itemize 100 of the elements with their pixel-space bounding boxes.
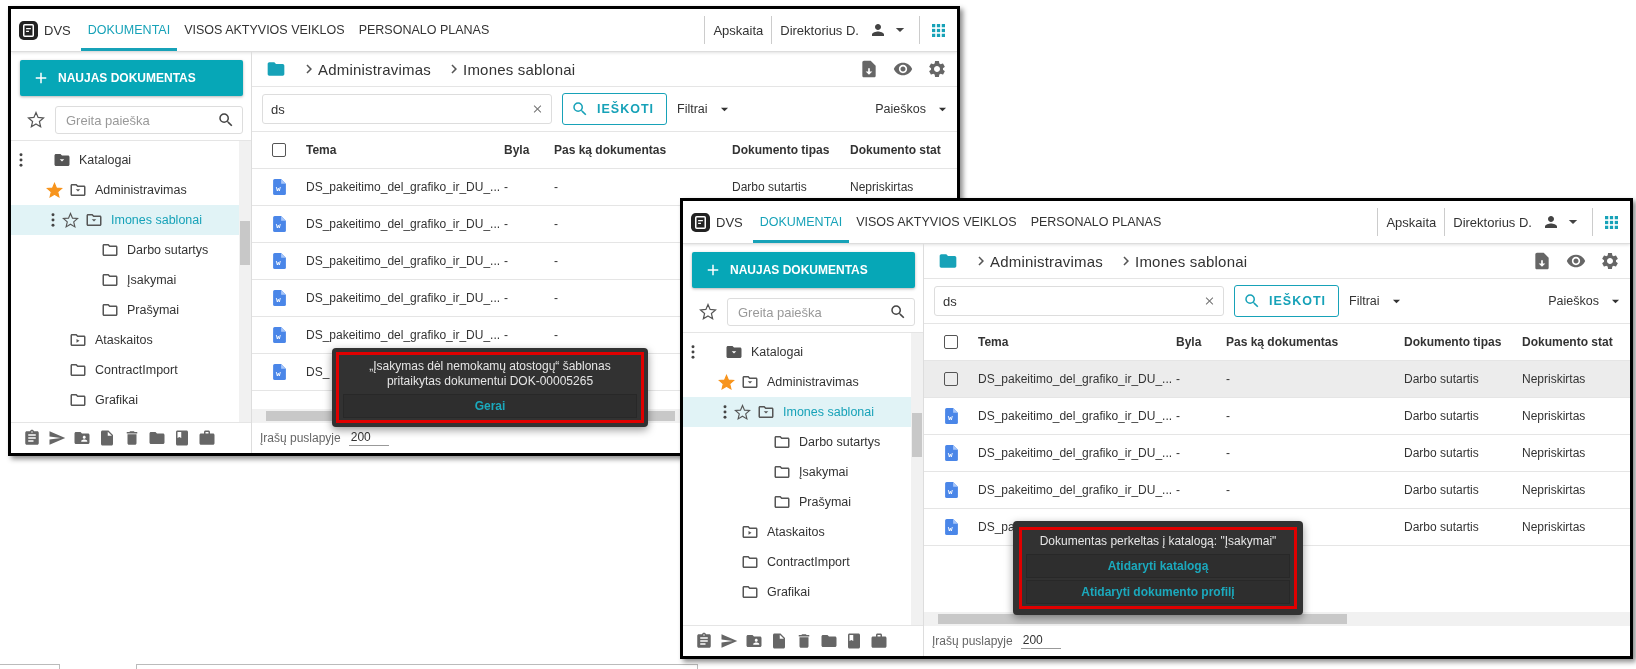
scrollbar[interactable]: [911, 333, 923, 625]
column-header[interactable]: Dokumento stat: [850, 143, 941, 157]
tree-item[interactable]: Prašymai: [683, 487, 911, 517]
rows-per-page-select[interactable]: 200: [348, 430, 389, 446]
filters-dropdown[interactable]: Filtrai: [677, 102, 729, 116]
toast-action-button[interactable]: Atidaryti katalogą: [1026, 554, 1290, 578]
caret-icon[interactable]: [895, 27, 905, 33]
caret-icon[interactable]: [1568, 219, 1578, 225]
file-icon[interactable]: [98, 429, 116, 447]
app-name[interactable]: DVS: [716, 214, 743, 230]
shared-folder-icon[interactable]: [73, 429, 91, 447]
filters-dropdown[interactable]: Filtrai: [1349, 294, 1401, 308]
apps-grid-icon[interactable]: [932, 23, 945, 37]
tree-item[interactable]: Darbo sutartys: [683, 427, 911, 457]
quick-search-field[interactable]: Greita paieška: [55, 106, 243, 134]
nav-tab[interactable]: VISOS AKTYVIOS VEIKLOS: [177, 9, 352, 51]
briefcase-icon[interactable]: [870, 632, 888, 650]
settings-icon[interactable]: [927, 59, 947, 79]
star-filled-icon[interactable]: [45, 181, 63, 199]
send-icon[interactable]: [720, 632, 738, 650]
tree-item[interactable]: Katalogai: [11, 145, 239, 175]
column-header[interactable]: Byla: [1176, 335, 1202, 349]
more-icon[interactable]: [51, 213, 55, 227]
star-outline-icon[interactable]: [27, 111, 45, 129]
clear-icon[interactable]: [531, 102, 544, 116]
row-checkbox[interactable]: [944, 372, 958, 386]
breadcrumb-item[interactable]: Imones sablonai: [463, 60, 576, 78]
breadcrumb-item[interactable]: Imones sablonai: [1135, 252, 1248, 270]
nav-tab[interactable]: PERSONALO PLANAS: [1023, 201, 1169, 243]
select-all-checkbox[interactable]: [944, 335, 958, 349]
app-name[interactable]: DVS: [44, 22, 71, 38]
folder-icon[interactable]: [938, 251, 958, 271]
more-icon[interactable]: [723, 405, 727, 419]
person-icon[interactable]: [869, 21, 887, 39]
folder-icon[interactable]: [820, 632, 838, 650]
caret-icon[interactable]: [719, 106, 729, 112]
user-menu[interactable]: Direktorius D.: [780, 22, 859, 38]
star-outline-icon[interactable]: [699, 303, 717, 321]
caret-icon[interactable]: [1391, 298, 1401, 304]
column-header[interactable]: Byla: [504, 143, 530, 157]
column-header[interactable]: Pas ką dokumentas: [1226, 335, 1339, 349]
file-icon[interactable]: [770, 632, 788, 650]
tree-item[interactable]: Ataskaitos: [11, 325, 239, 355]
more-icon[interactable]: [19, 153, 23, 167]
column-header[interactable]: Dokumento tipas: [1404, 335, 1502, 349]
star-outline-icon[interactable]: [733, 403, 751, 421]
clear-icon[interactable]: [1203, 294, 1216, 308]
folder-icon[interactable]: [266, 59, 286, 79]
star-outline-icon[interactable]: [61, 211, 79, 229]
quick-search-field[interactable]: Greita paieška: [727, 298, 915, 326]
export-file-icon[interactable]: [859, 59, 879, 79]
nav-tab[interactable]: PERSONALO PLANAS: [351, 9, 497, 51]
tree-item[interactable]: Įsakymai: [683, 457, 911, 487]
caret-icon[interactable]: [1611, 298, 1620, 304]
tree-item[interactable]: Įsakymai: [11, 265, 239, 295]
folder-icon[interactable]: [148, 429, 166, 447]
search-field[interactable]: ds: [934, 286, 1224, 316]
clipboard-icon[interactable]: [695, 632, 713, 650]
breadcrumb-item[interactable]: Administravimas: [318, 60, 432, 78]
column-header[interactable]: Dokumento tipas: [732, 143, 830, 157]
more-icon[interactable]: [691, 345, 695, 359]
send-icon[interactable]: [48, 429, 66, 447]
user-menu[interactable]: Direktorius D.: [1453, 214, 1532, 230]
search-field[interactable]: ds: [262, 94, 552, 124]
toast-action-button[interactable]: Gerai: [343, 394, 637, 418]
briefcase-icon[interactable]: [198, 429, 216, 447]
apps-grid-icon[interactable]: [1605, 215, 1618, 229]
person-icon[interactable]: [1542, 213, 1560, 231]
shared-folder-icon[interactable]: [745, 632, 763, 650]
scrollbar[interactable]: [239, 141, 251, 422]
search-icon[interactable]: [217, 111, 235, 129]
clipboard-icon[interactable]: [23, 429, 41, 447]
tree-item[interactable]: Grafikai: [683, 577, 911, 607]
column-header[interactable]: Tema: [306, 143, 337, 157]
toast-action-button[interactable]: Atidaryti dokumento profilį: [1026, 580, 1290, 604]
tree-item[interactable]: Ataskaitos: [683, 517, 911, 547]
saved-searches-dropdown[interactable]: Paieškos: [875, 102, 947, 116]
book-icon[interactable]: [845, 632, 863, 650]
tree-item[interactable]: Administravimas: [11, 175, 239, 205]
breadcrumb-item[interactable]: Administravimas: [990, 252, 1104, 270]
select-all-checkbox[interactable]: [272, 143, 286, 157]
tree-item[interactable]: Katalogai: [683, 337, 911, 367]
tree-item[interactable]: Grafikai: [11, 385, 239, 415]
export-file-icon[interactable]: [1532, 251, 1552, 271]
nav-tab[interactable]: VISOS AKTYVIOS VEIKLOS: [849, 201, 1024, 243]
star-filled-icon[interactable]: [717, 373, 735, 391]
search-icon[interactable]: [889, 303, 907, 321]
tree-item[interactable]: Administravimas: [683, 367, 911, 397]
tree-item[interactable]: Prašymai: [11, 295, 239, 325]
tree-item[interactable]: ContractImport: [11, 355, 239, 385]
caret-icon[interactable]: [938, 106, 947, 112]
column-header[interactable]: Dokumento stat: [1522, 335, 1613, 349]
company-selector[interactable]: Apskaita: [1386, 214, 1437, 230]
rows-per-page-select[interactable]: 200: [1020, 633, 1061, 649]
tree-item[interactable]: ContractImport: [683, 547, 911, 577]
company-selector[interactable]: Apskaita: [713, 22, 764, 38]
book-icon[interactable]: [173, 429, 191, 447]
column-header[interactable]: Tema: [978, 335, 1009, 349]
column-header[interactable]: Pas ką dokumentas: [554, 143, 667, 157]
saved-searches-dropdown[interactable]: Paieškos: [1548, 294, 1620, 308]
